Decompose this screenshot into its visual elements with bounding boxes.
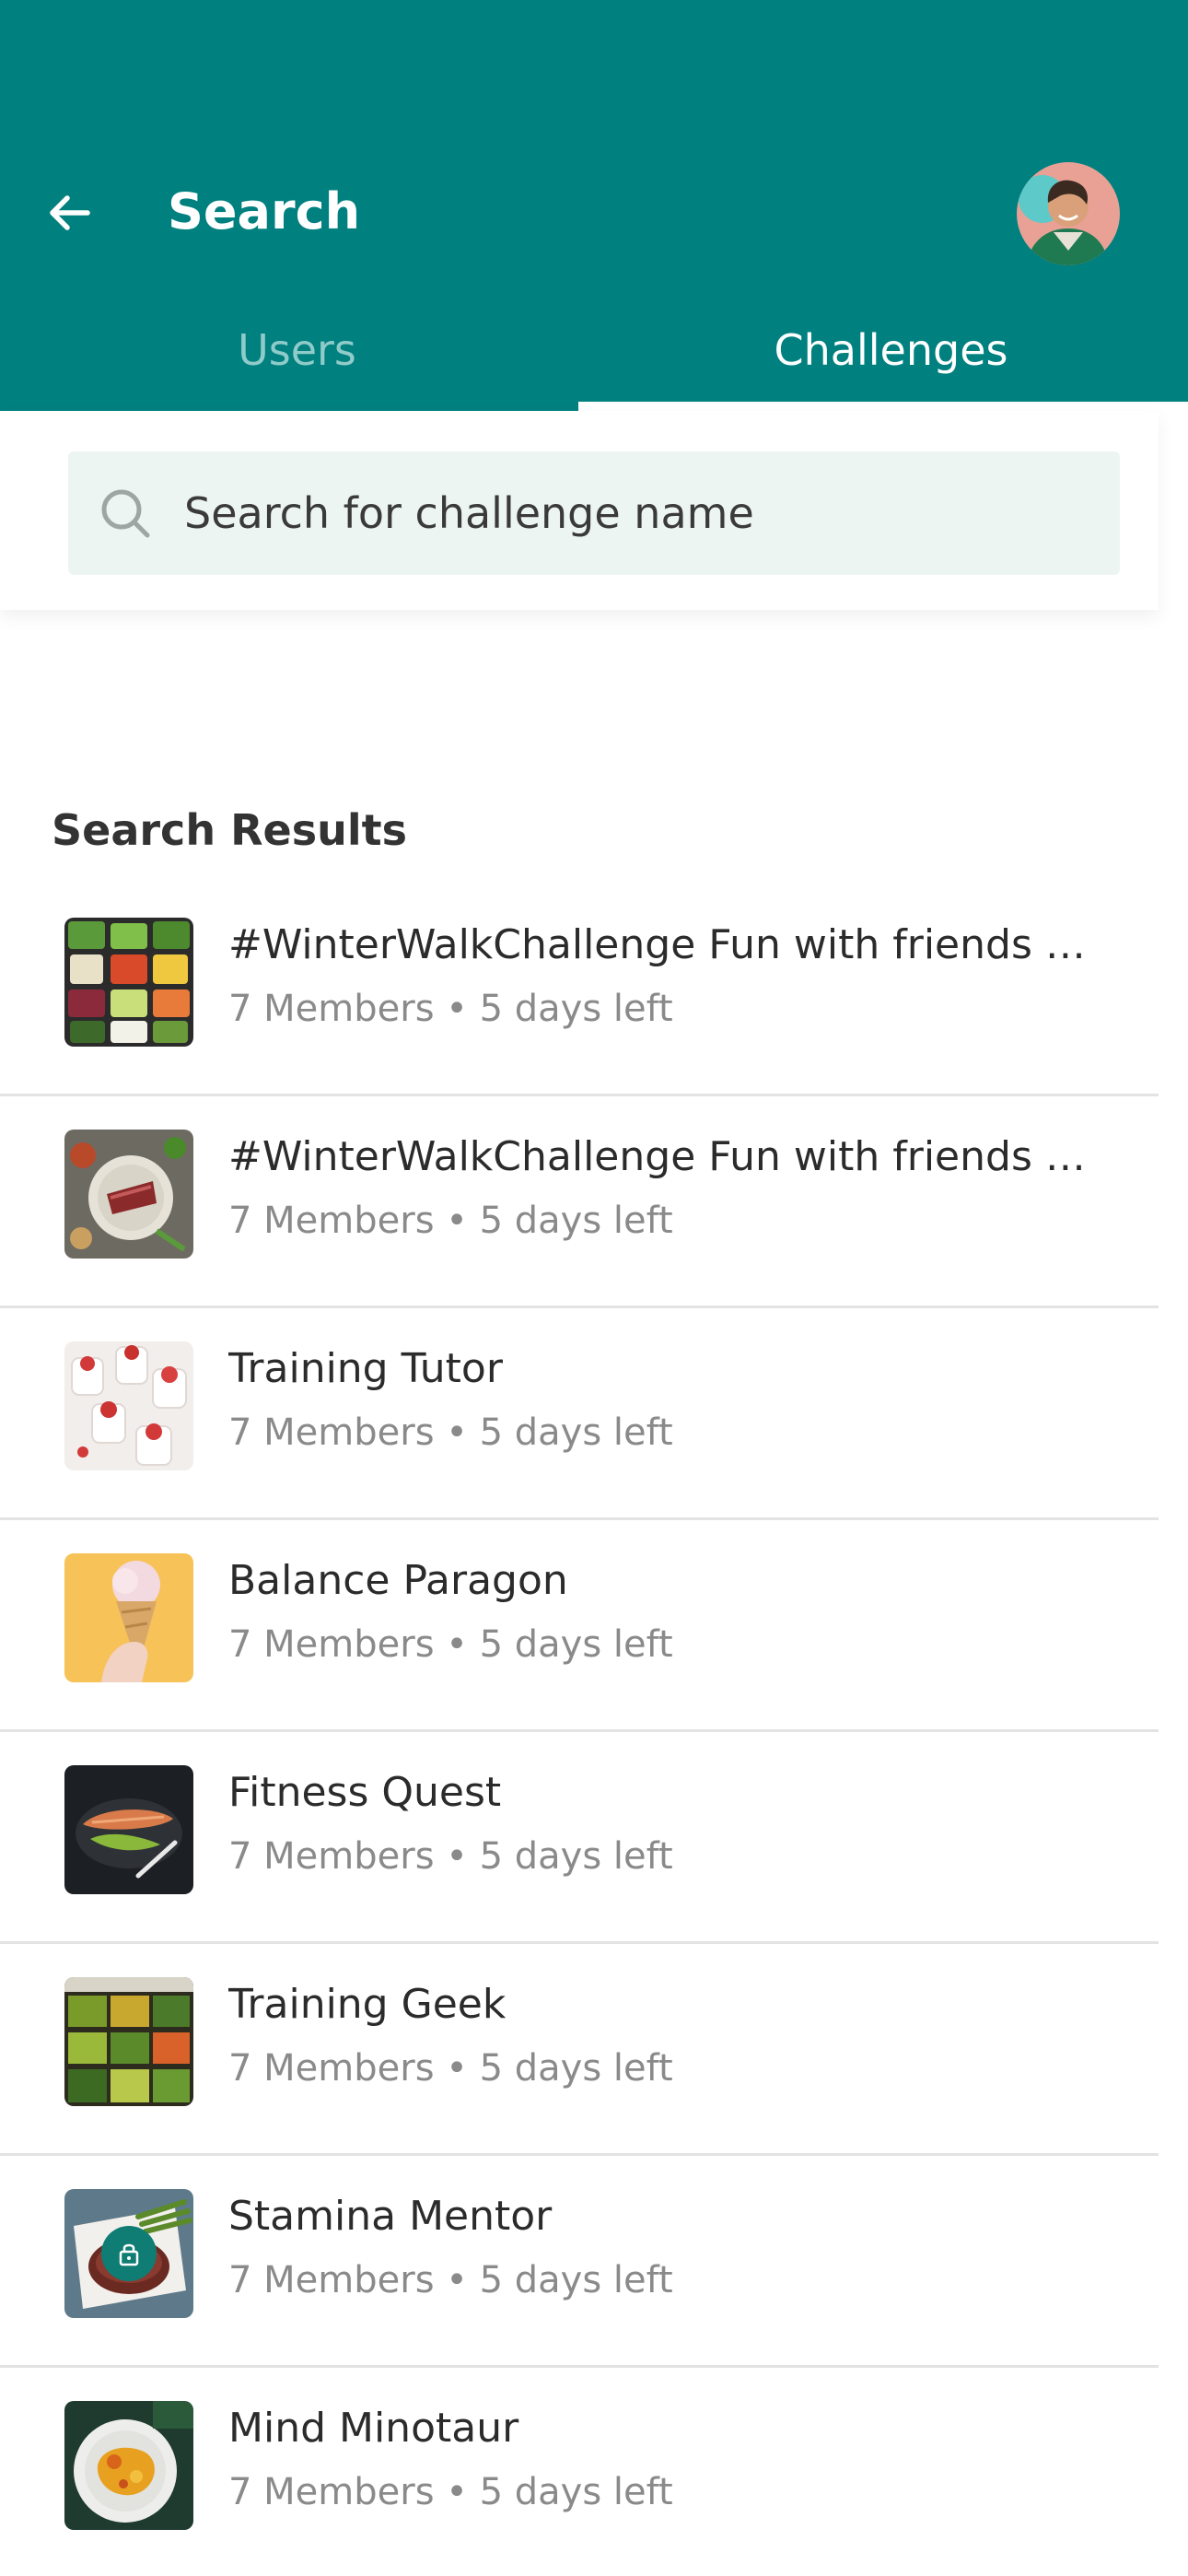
challenge-title: Stamina Mentor bbox=[228, 2193, 553, 2240]
list-item[interactable]: Fitness Quest 7 Members • 5 days left bbox=[0, 1732, 1159, 1944]
active-tab-indicator bbox=[578, 402, 1188, 411]
app-header: Search Users Challenges bbox=[0, 0, 1188, 411]
tab-bar: Users Challenges bbox=[0, 304, 1188, 411]
member-count: 7 Members bbox=[228, 1623, 435, 1666]
page-title: Search bbox=[168, 182, 361, 240]
list-item[interactable]: #WinterWalkChallenge Fun with friends en… bbox=[0, 884, 1159, 1096]
challenge-thumbnail bbox=[64, 918, 193, 1047]
search-section bbox=[0, 411, 1159, 610]
challenge-title: #WinterWalkChallenge Fun with friends en… bbox=[228, 1133, 1103, 1180]
time-left: 5 days left bbox=[479, 2047, 673, 2090]
challenge-meta: 7 Members • 5 days left bbox=[228, 1200, 673, 1242]
member-count: 7 Members bbox=[228, 1200, 435, 1242]
challenge-title: Balance Paragon bbox=[228, 1557, 568, 1604]
list-item[interactable]: Training Tutor 7 Members • 5 days left bbox=[0, 1308, 1159, 1520]
challenge-thumbnail bbox=[64, 1341, 193, 1470]
list-item[interactable]: Stamina Mentor 7 Members • 5 days left bbox=[0, 2156, 1159, 2368]
challenge-meta: 7 Members • 5 days left bbox=[228, 988, 673, 1030]
member-count: 7 Members bbox=[228, 988, 435, 1030]
time-left: 5 days left bbox=[479, 1623, 673, 1666]
search-icon bbox=[101, 489, 150, 538]
lock-icon bbox=[119, 2243, 139, 2266]
list-item[interactable]: Training Geek 7 Members • 5 days left bbox=[0, 1944, 1159, 2156]
list-item[interactable]: Mind Minotaur 7 Members • 5 days left bbox=[0, 2368, 1159, 2576]
time-left: 5 days left bbox=[479, 988, 673, 1030]
challenge-title: Fitness Quest bbox=[228, 1769, 502, 1816]
app-root: Search Users Challenges Search for chall… bbox=[0, 0, 1188, 2576]
challenge-meta: 7 Members • 5 days left bbox=[228, 2471, 673, 2513]
vegetable-market-icon bbox=[64, 1977, 193, 2106]
challenge-thumbnail bbox=[64, 2401, 193, 2530]
lock-badge bbox=[101, 2226, 157, 2281]
challenge-title: Training Geek bbox=[228, 1981, 507, 2028]
meta-separator: • bbox=[446, 1835, 468, 1878]
member-count: 7 Members bbox=[228, 2471, 435, 2513]
challenge-meta: 7 Members • 5 days left bbox=[228, 1411, 673, 1454]
curry-plate-icon bbox=[64, 2401, 193, 2530]
member-count: 7 Members bbox=[228, 1411, 435, 1454]
member-count: 7 Members bbox=[228, 1835, 435, 1878]
results-list: #WinterWalkChallenge Fun with friends en… bbox=[0, 884, 1159, 2576]
time-left: 5 days left bbox=[479, 1411, 673, 1454]
meta-separator: • bbox=[446, 1623, 468, 1666]
time-left: 5 days left bbox=[479, 2259, 673, 2301]
user-avatar-icon bbox=[1017, 162, 1120, 265]
time-left: 5 days left bbox=[479, 1835, 673, 1878]
arrow-left-icon bbox=[50, 195, 90, 230]
search-results-heading: Search Results bbox=[52, 805, 407, 855]
salad-bowls-icon bbox=[64, 918, 193, 1047]
meta-separator: • bbox=[446, 988, 468, 1030]
tab-users[interactable]: Users bbox=[0, 304, 594, 396]
search-box[interactable] bbox=[68, 451, 1120, 575]
ice-cream-cone-icon bbox=[64, 1553, 193, 1682]
challenge-thumbnail bbox=[64, 1130, 193, 1259]
meta-separator: • bbox=[446, 2047, 468, 2090]
meta-separator: • bbox=[446, 2259, 468, 2301]
time-left: 5 days left bbox=[479, 1200, 673, 1242]
challenge-thumbnail bbox=[64, 1765, 193, 1894]
meta-separator: • bbox=[446, 1200, 468, 1242]
challenge-thumbnail bbox=[64, 2189, 193, 2318]
member-count: 7 Members bbox=[228, 2047, 435, 2090]
steak-plate-icon bbox=[64, 1130, 193, 1259]
salmon-dish-icon bbox=[64, 1765, 193, 1894]
challenge-title: Training Tutor bbox=[228, 1345, 503, 1392]
search-input[interactable] bbox=[182, 487, 1089, 539]
challenge-meta: 7 Members • 5 days left bbox=[228, 1835, 673, 1878]
meta-separator: • bbox=[446, 1411, 468, 1454]
berry-desserts-icon bbox=[64, 1341, 193, 1470]
challenge-meta: 7 Members • 5 days left bbox=[228, 1623, 673, 1666]
avatar[interactable] bbox=[1017, 162, 1120, 265]
challenge-thumbnail bbox=[64, 1553, 193, 1682]
meta-separator: • bbox=[446, 2471, 468, 2513]
challenge-thumbnail bbox=[64, 1977, 193, 2106]
challenge-title: Mind Minotaur bbox=[228, 2405, 519, 2452]
list-item[interactable]: Balance Paragon 7 Members • 5 days left bbox=[0, 1520, 1159, 1732]
tab-challenges[interactable]: Challenges bbox=[594, 304, 1188, 396]
challenge-meta: 7 Members • 5 days left bbox=[228, 2259, 673, 2301]
challenge-meta: 7 Members • 5 days left bbox=[228, 2047, 673, 2090]
challenge-title: #WinterWalkChallenge Fun with friends en… bbox=[228, 921, 1103, 968]
time-left: 5 days left bbox=[479, 2471, 673, 2513]
list-item[interactable]: #WinterWalkChallenge Fun with friends en… bbox=[0, 1096, 1159, 1308]
back-button[interactable] bbox=[37, 181, 101, 245]
member-count: 7 Members bbox=[228, 2259, 435, 2301]
